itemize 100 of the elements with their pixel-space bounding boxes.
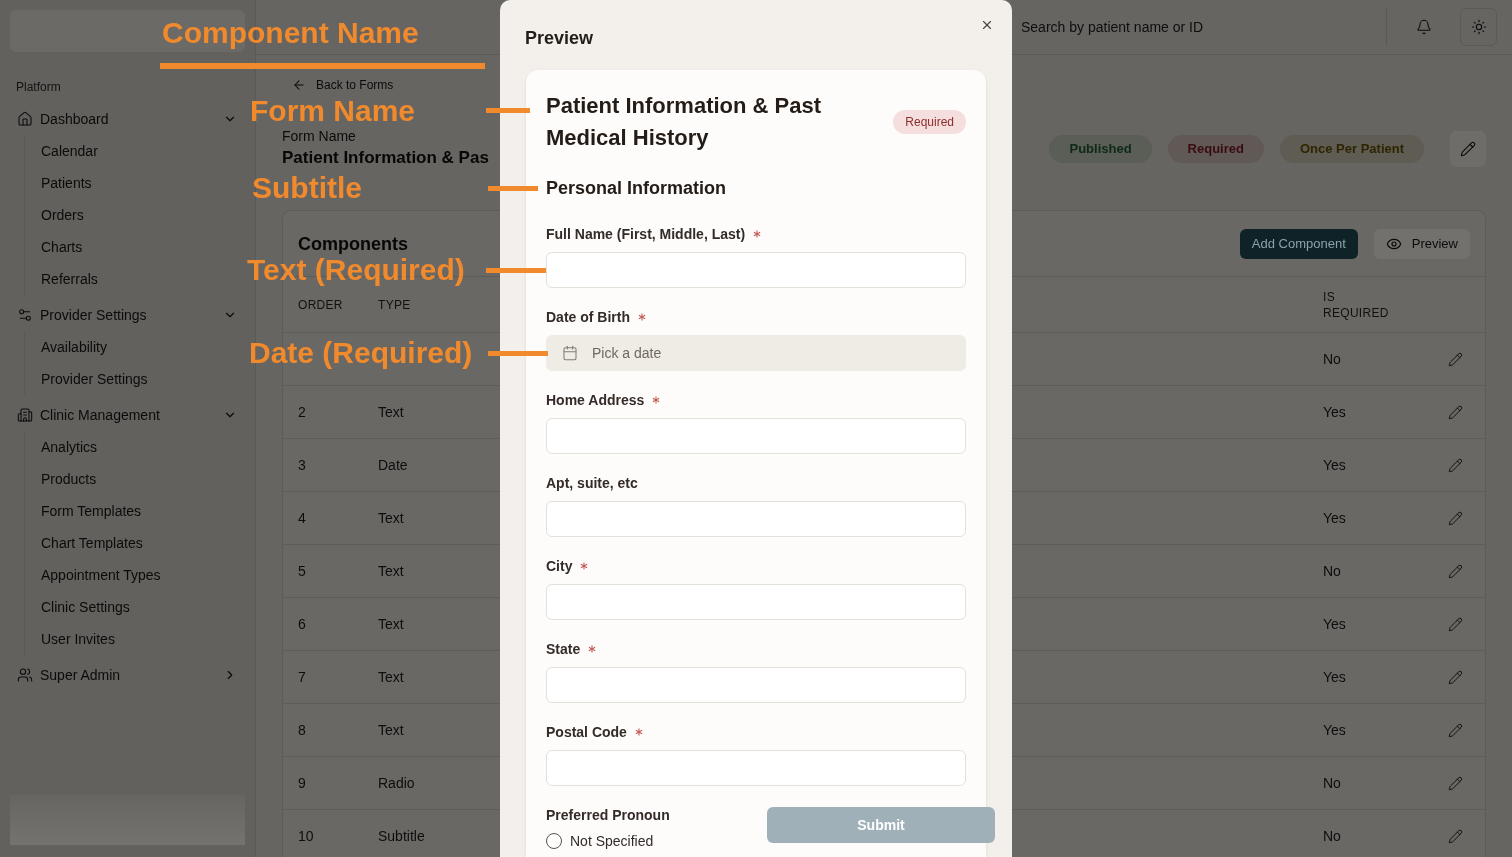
field-label: Preferred Pronoun: [546, 806, 670, 825]
field-label: State: [546, 640, 581, 659]
theme-toggle-button[interactable]: [1460, 8, 1497, 46]
table-cell: No: [1323, 351, 1341, 367]
table-cell: Yes: [1323, 722, 1346, 738]
status-badge: Required: [1167, 135, 1264, 163]
section-label: Platform: [15, 79, 62, 95]
sidebar-group[interactable]: Super Admin: [10, 659, 245, 691]
search-field[interactable]: Search by patient name or ID: [1012, 8, 1387, 46]
table-cell: No: [1323, 828, 1341, 844]
date-picker-field[interactable]: Pick a date: [546, 335, 966, 371]
table-cell: Text: [378, 722, 404, 738]
field-label: Date of Birth: [546, 308, 630, 327]
text-input-field[interactable]: [546, 418, 966, 454]
sidebar-item[interactable]: Products: [41, 463, 245, 495]
annotation-label: Form Name: [250, 96, 416, 126]
field-label: Apt, suite, etc: [546, 474, 638, 493]
table-cell: 3: [298, 457, 306, 473]
pencil-icon: [1460, 141, 1476, 157]
sidebar-item[interactable]: Form Templates: [41, 495, 245, 527]
table-cell: Yes: [1323, 457, 1346, 473]
field-label: Full Name (First, Middle, Last): [546, 225, 746, 244]
table-cell: 10: [298, 828, 314, 844]
table-cell: 7: [298, 669, 306, 685]
close-icon[interactable]: [980, 18, 994, 32]
table-cell: Yes: [1323, 404, 1346, 420]
pencil-icon[interactable]: [1447, 563, 1463, 579]
column-header: TYPE: [378, 296, 411, 313]
sidebar-group[interactable]: Provider Settings: [10, 299, 245, 331]
sidebar-item[interactable]: Patients: [41, 167, 245, 199]
table-cell: Text: [378, 616, 404, 632]
table-cell: Yes: [1323, 510, 1346, 526]
sidebar-item[interactable]: Provider Settings: [41, 363, 245, 395]
sidebar-item[interactable]: Availability: [41, 331, 245, 363]
pencil-icon[interactable]: [1447, 775, 1463, 791]
table-cell: Text: [378, 669, 404, 685]
status-badge: Once Per Patient: [1279, 135, 1424, 163]
text-input-field[interactable]: [546, 667, 966, 703]
sidebar-item[interactable]: Chart Templates: [41, 527, 245, 559]
field-label: Form Name: [282, 128, 357, 144]
sidebar-item[interactable]: Calendar: [41, 135, 245, 167]
pencil-icon[interactable]: [1447, 669, 1463, 685]
text-input-field[interactable]: [546, 750, 966, 786]
calendar-icon: [562, 345, 578, 361]
table-cell: Text: [378, 510, 404, 526]
sliders-icon: [17, 307, 33, 323]
pencil-icon[interactable]: [1447, 404, 1463, 420]
table-cell: Text: [378, 563, 404, 579]
form-name-value: Patient Information & Pas: [282, 147, 489, 169]
sidebar-item[interactable]: Referrals: [41, 263, 245, 295]
annotation-label: Component Name: [162, 18, 419, 48]
required-badge: Required: [893, 110, 966, 134]
preview-button[interactable]: Preview: [1373, 228, 1470, 259]
pencil-icon[interactable]: [1447, 616, 1463, 632]
sun-icon: [1470, 19, 1487, 35]
sidebar-group[interactable]: Dashboard: [10, 103, 245, 135]
form-title: Patient Information & Past Medical History: [546, 92, 823, 152]
annotation-label: Subtitle: [252, 173, 362, 203]
table-cell: No: [1323, 775, 1341, 791]
sidebar-group[interactable]: Clinic Management: [10, 399, 245, 431]
table-cell: Date: [378, 457, 408, 473]
table-cell: 9: [298, 775, 306, 791]
add-component-button[interactable]: Add Component: [1239, 228, 1358, 259]
house-icon: [17, 111, 33, 127]
pencil-icon[interactable]: [1447, 457, 1463, 473]
dialog-title: Preview: [525, 27, 594, 50]
pencil-icon[interactable]: [1447, 510, 1463, 526]
pencil-icon[interactable]: [1447, 351, 1463, 367]
table-cell: Text: [378, 404, 404, 420]
column-header: ORDER: [298, 296, 343, 313]
table-cell: No: [1323, 563, 1341, 579]
table-cell: 4: [298, 510, 306, 526]
radio-button[interactable]: [546, 833, 562, 849]
edit-button[interactable]: [1450, 131, 1486, 167]
table-cell: 2: [298, 404, 306, 420]
text-input-field[interactable]: [546, 501, 966, 537]
pencil-icon[interactable]: [1447, 828, 1463, 844]
table-cell: Yes: [1323, 616, 1346, 632]
field-label: Postal Code: [546, 723, 627, 742]
sidebar-item[interactable]: Appointment Types: [41, 559, 245, 591]
form-subtitle: Personal Information: [546, 177, 728, 200]
building-icon: [17, 407, 33, 423]
sidebar-item[interactable]: Orders: [41, 199, 245, 231]
table-cell: Subtitle: [378, 828, 425, 844]
table-cell: 8: [298, 722, 306, 738]
status-badge: Published: [1049, 135, 1152, 163]
table-cell: Yes: [1323, 669, 1346, 685]
table-cell: 5: [298, 563, 306, 579]
annotation-label: Date (Required): [249, 338, 473, 368]
sidebar-item[interactable]: Analytics: [41, 431, 245, 463]
bell-icon[interactable]: [1415, 19, 1432, 35]
sidebar-item[interactable]: Clinic Settings: [41, 591, 245, 623]
annotation-label: Text (Required): [247, 255, 465, 285]
sidebar-item[interactable]: User Invites: [41, 623, 245, 655]
text-input-field[interactable]: [546, 584, 966, 620]
sidebar-item[interactable]: Charts: [41, 231, 245, 263]
text-input-field[interactable]: [546, 252, 966, 288]
back-link[interactable]: Back to Forms: [292, 78, 394, 92]
pencil-icon[interactable]: [1447, 722, 1463, 738]
users-icon: [17, 667, 33, 683]
